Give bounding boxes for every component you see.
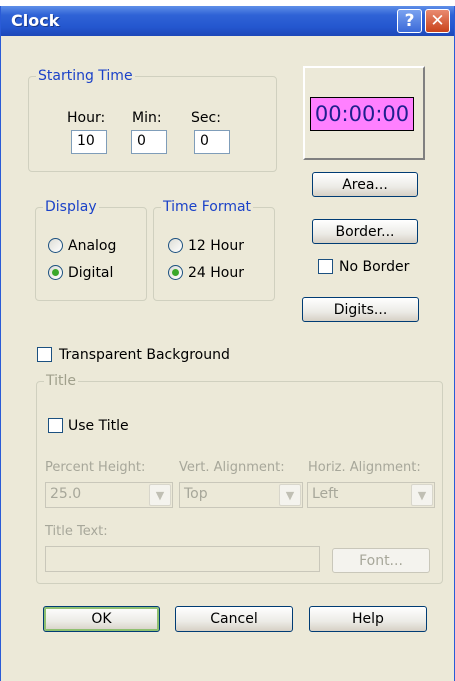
time-format-legend: Time Format: [161, 199, 254, 215]
hour-label: Hour:: [67, 110, 106, 126]
close-icon: ✕: [430, 11, 445, 31]
hour-field[interactable]: 10: [71, 130, 107, 154]
percent-height-value: 25.0: [50, 486, 82, 502]
clock-dialog: Clock ? ✕ Starting Time Hour: Min: Sec: …: [0, 6, 455, 681]
area-button[interactable]: Area...: [312, 172, 418, 197]
display-group: Display: [35, 199, 147, 301]
percent-height-label: Percent Height:: [45, 460, 146, 475]
min-field[interactable]: 0: [131, 130, 167, 154]
horiz-alignment-label: Horiz. Alignment:: [308, 460, 421, 475]
close-button[interactable]: ✕: [425, 9, 450, 33]
use-title-checkbox[interactable]: [48, 418, 63, 433]
digital-radio[interactable]: [48, 265, 63, 280]
chevron-down-icon: ▼: [411, 484, 433, 506]
chevron-down-icon: ▼: [279, 484, 301, 506]
use-title-label: Use Title: [68, 418, 129, 434]
percent-height-select[interactable]: 25.0 ▼: [45, 482, 173, 508]
chevron-down-icon: ▼: [149, 484, 171, 506]
vert-alignment-value: Top: [184, 486, 208, 502]
no-border-label: No Border: [339, 259, 410, 275]
title-text-label: Title Text:: [45, 524, 108, 539]
help-title-button[interactable]: ?: [397, 9, 422, 33]
digital-label: Digital: [68, 265, 114, 281]
no-border-checkbox[interactable]: [318, 259, 333, 274]
24-hour-radio[interactable]: [168, 265, 183, 280]
clock-preview: 00:00:00: [303, 66, 425, 160]
24-hour-label: 24 Hour: [188, 265, 244, 281]
display-legend: Display: [43, 199, 99, 215]
12-hour-radio[interactable]: [168, 238, 183, 253]
vert-alignment-label: Vert. Alignment:: [179, 460, 285, 475]
title-bar: Clock ? ✕: [1, 6, 454, 36]
title-legend: Title: [44, 373, 79, 389]
sec-field[interactable]: 0: [194, 130, 230, 154]
min-label: Min:: [132, 110, 162, 126]
cancel-button[interactable]: Cancel: [175, 606, 293, 632]
question-icon: ?: [404, 11, 415, 31]
vert-alignment-select[interactable]: Top ▼: [179, 482, 303, 508]
12-hour-label: 12 Hour: [188, 238, 244, 254]
horiz-alignment-select[interactable]: Left ▼: [307, 482, 435, 508]
transparent-background-checkbox[interactable]: [37, 347, 52, 362]
time-format-group: Time Format: [153, 199, 275, 301]
font-button[interactable]: Font...: [332, 548, 430, 573]
horiz-alignment-value: Left: [312, 486, 339, 502]
border-button[interactable]: Border...: [312, 219, 418, 244]
transparent-background-label: Transparent Background: [59, 347, 230, 363]
clock-preview-digits: 00:00:00: [310, 97, 414, 131]
digital-radio-selected-dot: [52, 269, 59, 276]
starting-time-legend: Starting Time: [36, 68, 135, 84]
analog-radio[interactable]: [48, 238, 63, 253]
ok-button[interactable]: OK: [43, 606, 160, 632]
title-text-field[interactable]: [45, 546, 320, 572]
analog-label: Analog: [68, 238, 117, 254]
24-hour-radio-selected-dot: [172, 269, 179, 276]
window-title: Clock: [11, 11, 60, 30]
digits-button[interactable]: Digits...: [302, 297, 419, 322]
sec-label: Sec:: [191, 110, 221, 126]
help-button[interactable]: Help: [309, 606, 427, 632]
